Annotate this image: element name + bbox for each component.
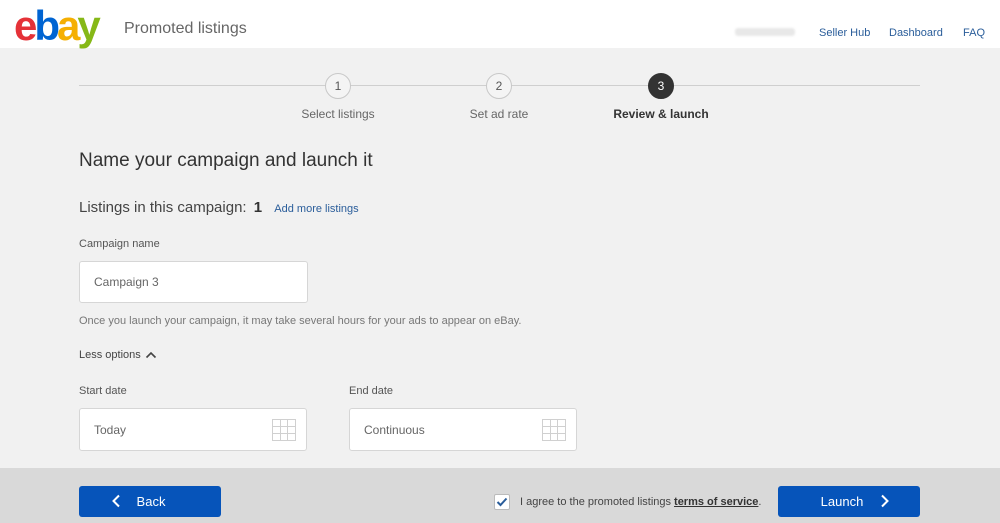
listings-count: 1 <box>253 199 263 216</box>
calendar-icon[interactable] <box>542 419 566 441</box>
start-date-label: Start date <box>79 385 127 397</box>
agree-text: I agree to the promoted listings <box>520 496 672 508</box>
campaign-name-label: Campaign name <box>79 238 160 250</box>
less-options-label: Less options <box>79 349 141 361</box>
step-1-circle: 1 <box>325 73 351 99</box>
step-3-circle: 3 <box>648 73 674 99</box>
campaign-name-value: Campaign 3 <box>94 275 159 289</box>
chevron-left-icon <box>112 494 120 508</box>
chevron-right-icon <box>881 494 889 508</box>
chevron-up-icon <box>145 351 156 359</box>
campaign-name-input[interactable]: Campaign 3 <box>79 261 308 303</box>
ebay-logo[interactable]: ebay <box>14 5 101 47</box>
page-title: Name your campaign and launch it <box>79 150 373 171</box>
blurred-nav-item <box>735 28 795 36</box>
header: ebay Promoted listings Seller Hub Dashbo… <box>0 0 1000 48</box>
nav-faq[interactable]: FAQ <box>963 27 985 39</box>
add-more-listings-link[interactable]: Add more listings <box>274 203 358 215</box>
end-date-label: End date <box>349 385 394 397</box>
listings-summary: Listings in this campaign: 1 Add more li… <box>79 199 359 216</box>
terms-checkbox[interactable] <box>494 494 510 510</box>
start-date-input[interactable]: Today <box>79 408 307 451</box>
launch-helper-text: Once you launch your campaign, it may ta… <box>79 315 522 327</box>
launch-button-label: Launch <box>820 494 864 509</box>
nav-dashboard[interactable]: Dashboard <box>889 27 943 39</box>
calendar-icon[interactable] <box>272 419 296 441</box>
app-title: Promoted listings <box>124 20 247 37</box>
step-2-circle: 2 <box>486 73 512 99</box>
end-date-input[interactable]: Continuous <box>349 408 577 451</box>
step-3-label: Review & launch <box>613 107 709 121</box>
checkmark-icon <box>496 497 508 507</box>
back-button-label: Back <box>136 494 166 509</box>
back-button[interactable]: Back <box>79 486 221 517</box>
step-1-label: Select listings <box>301 107 375 121</box>
agree-suffix: . <box>758 496 762 508</box>
end-date-value: Continuous <box>364 422 425 437</box>
step-2-label: Set ad rate <box>469 107 529 121</box>
start-date-value: Today <box>94 422 127 437</box>
terms-of-service-link[interactable]: terms of service <box>674 496 758 508</box>
listings-label: Listings in this campaign: <box>79 199 247 216</box>
nav-seller-hub[interactable]: Seller Hub <box>819 27 870 39</box>
terms-agreement: I agree to the promoted listings terms o… <box>494 494 761 510</box>
less-options-toggle[interactable]: Less options <box>79 349 157 361</box>
launch-button[interactable]: Launch <box>778 486 920 517</box>
